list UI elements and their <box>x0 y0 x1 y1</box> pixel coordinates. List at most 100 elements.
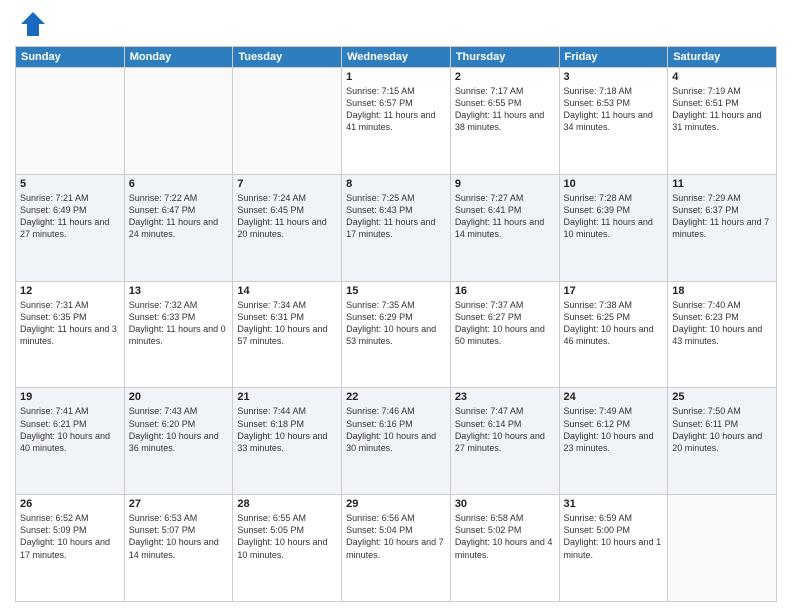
calendar-cell: 6 Sunrise: 7:22 AMSunset: 6:47 PMDaylight… <box>124 174 233 281</box>
calendar-cell: 12 Sunrise: 7:31 AMSunset: 6:35 PMDayligh… <box>16 281 125 388</box>
day-info: Sunrise: 7:34 AMSunset: 6:31 PMDaylight:… <box>237 299 337 348</box>
calendar-cell: 9Sunrise: 7:27 AMSunset: 6:41 PMDaylight… <box>450 174 559 281</box>
col-header-saturday: Saturday <box>668 47 777 68</box>
day-number: 11 <box>672 178 772 190</box>
day-number: 31 <box>564 498 664 510</box>
calendar-cell: 17 Sunrise: 7:38 AMSunset: 6:25 PMDayligh… <box>559 281 668 388</box>
calendar-cell: 25Sunrise: 7:50 AMSunset: 6:11 PMDayligh… <box>668 388 777 495</box>
calendar-week-row: 12 Sunrise: 7:31 AMSunset: 6:35 PMDayligh… <box>16 281 777 388</box>
day-number: 6 <box>129 178 229 190</box>
day-info: Sunrise: 7:28 AMSunset: 6:39 PMDaylight:… <box>564 192 664 241</box>
calendar-cell <box>668 495 777 602</box>
calendar-week-row: 19 Sunrise: 7:41 AMSunset: 6:21 PMDayligh… <box>16 388 777 495</box>
day-number: 2 <box>455 71 555 83</box>
header <box>15 10 777 38</box>
col-header-sunday: Sunday <box>16 47 125 68</box>
day-info: Sunrise: 7:25 AMSunset: 6:43 PMDaylight:… <box>346 192 446 241</box>
calendar-week-row: 5Sunrise: 7:21 AMSunset: 6:49 PMDaylight… <box>16 174 777 281</box>
day-info: Sunrise: 7:29 AMSunset: 6:37 PMDaylight:… <box>672 192 772 241</box>
col-header-thursday: Thursday <box>450 47 559 68</box>
logo-icon <box>19 10 47 38</box>
calendar-cell <box>16 68 125 175</box>
day-info: Sunrise: 7:24 AMSunset: 6:45 PMDaylight:… <box>237 192 337 241</box>
day-number: 4 <box>672 71 772 83</box>
day-number: 8 <box>346 178 446 190</box>
day-number: 27 <box>129 498 229 510</box>
day-number: 7 <box>237 178 337 190</box>
day-info: Sunrise: 7:15 AMSunset: 6:57 PMDaylight:… <box>346 85 446 134</box>
col-header-friday: Friday <box>559 47 668 68</box>
day-number: 9 <box>455 178 555 190</box>
calendar-cell: 13 Sunrise: 7:32 AMSunset: 6:33 PMDayligh… <box>124 281 233 388</box>
day-number: 3 <box>564 71 664 83</box>
day-info: Sunrise: 7:40 AMSunset: 6:23 PMDaylight:… <box>672 299 772 348</box>
calendar-cell <box>124 68 233 175</box>
calendar-cell: 29Sunrise: 6:56 AMSunset: 5:04 PMDayligh… <box>342 495 451 602</box>
calendar-cell: 22 Sunrise: 7:46 AMSunset: 6:16 PMDayligh… <box>342 388 451 495</box>
day-info: Sunrise: 7:18 AMSunset: 6:53 PMDaylight:… <box>564 85 664 134</box>
calendar-week-row: 1 Sunrise: 7:15 AMSunset: 6:57 PMDaylight… <box>16 68 777 175</box>
calendar-cell: 28 Sunrise: 6:55 AMSunset: 5:05 PMDayligh… <box>233 495 342 602</box>
calendar-header-row: SundayMondayTuesdayWednesdayThursdayFrid… <box>16 47 777 68</box>
calendar-cell: 23 Sunrise: 7:47 AMSunset: 6:14 PMDayligh… <box>450 388 559 495</box>
calendar-cell: 16 Sunrise: 7:37 AMSunset: 6:27 PMDayligh… <box>450 281 559 388</box>
day-number: 1 <box>346 71 446 83</box>
logo <box>15 10 47 38</box>
day-number: 17 <box>564 285 664 297</box>
calendar-cell: 1 Sunrise: 7:15 AMSunset: 6:57 PMDaylight… <box>342 68 451 175</box>
day-info: Sunrise: 7:38 AMSunset: 6:25 PMDaylight:… <box>564 299 664 348</box>
day-info: Sunrise: 6:55 AMSunset: 5:05 PMDaylight:… <box>237 512 337 561</box>
day-number: 21 <box>237 391 337 403</box>
calendar-cell: 20Sunrise: 7:43 AMSunset: 6:20 PMDayligh… <box>124 388 233 495</box>
day-info: Sunrise: 6:53 AMSunset: 5:07 PMDaylight:… <box>129 512 229 561</box>
calendar-cell: 15 Sunrise: 7:35 AMSunset: 6:29 PMDayligh… <box>342 281 451 388</box>
calendar-cell: 31Sunrise: 6:59 AMSunset: 5:00 PMDayligh… <box>559 495 668 602</box>
day-info: Sunrise: 7:22 AMSunset: 6:47 PMDaylight:… <box>129 192 229 241</box>
day-number: 26 <box>20 498 120 510</box>
day-number: 19 <box>20 391 120 403</box>
day-info: Sunrise: 7:47 AMSunset: 6:14 PMDaylight:… <box>455 405 555 454</box>
day-info: Sunrise: 7:44 AMSunset: 6:18 PMDaylight:… <box>237 405 337 454</box>
day-number: 5 <box>20 178 120 190</box>
calendar-cell: 14 Sunrise: 7:34 AMSunset: 6:31 PMDayligh… <box>233 281 342 388</box>
calendar-cell: 26 Sunrise: 6:52 AMSunset: 5:09 PMDayligh… <box>16 495 125 602</box>
day-info: Sunrise: 6:52 AMSunset: 5:09 PMDaylight:… <box>20 512 120 561</box>
day-number: 12 <box>20 285 120 297</box>
calendar-cell: 19 Sunrise: 7:41 AMSunset: 6:21 PMDayligh… <box>16 388 125 495</box>
day-info: Sunrise: 7:37 AMSunset: 6:27 PMDaylight:… <box>455 299 555 348</box>
calendar-cell: 27 Sunrise: 6:53 AMSunset: 5:07 PMDayligh… <box>124 495 233 602</box>
page: SundayMondayTuesdayWednesdayThursdayFrid… <box>0 0 792 612</box>
day-number: 15 <box>346 285 446 297</box>
calendar-cell: 24Sunrise: 7:49 AMSunset: 6:12 PMDayligh… <box>559 388 668 495</box>
day-number: 10 <box>564 178 664 190</box>
day-number: 23 <box>455 391 555 403</box>
day-number: 22 <box>346 391 446 403</box>
day-info: Sunrise: 7:19 AMSunset: 6:51 PMDaylight:… <box>672 85 772 134</box>
day-info: Sunrise: 7:31 AMSunset: 6:35 PMDaylight:… <box>20 299 120 348</box>
calendar-cell: 4 Sunrise: 7:19 AMSunset: 6:51 PMDaylight… <box>668 68 777 175</box>
day-info: Sunrise: 7:41 AMSunset: 6:21 PMDaylight:… <box>20 405 120 454</box>
day-info: Sunrise: 7:35 AMSunset: 6:29 PMDaylight:… <box>346 299 446 348</box>
calendar-cell: 8 Sunrise: 7:25 AMSunset: 6:43 PMDaylight… <box>342 174 451 281</box>
calendar-cell: 11 Sunrise: 7:29 AMSunset: 6:37 PMDayligh… <box>668 174 777 281</box>
day-number: 25 <box>672 391 772 403</box>
day-number: 13 <box>129 285 229 297</box>
day-info: Sunrise: 6:58 AMSunset: 5:02 PMDaylight:… <box>455 512 555 561</box>
day-number: 14 <box>237 285 337 297</box>
calendar-table: SundayMondayTuesdayWednesdayThursdayFrid… <box>15 46 777 602</box>
day-info: Sunrise: 7:46 AMSunset: 6:16 PMDaylight:… <box>346 405 446 454</box>
day-info: Sunrise: 7:32 AMSunset: 6:33 PMDaylight:… <box>129 299 229 348</box>
calendar-cell: 18 Sunrise: 7:40 AMSunset: 6:23 PMDayligh… <box>668 281 777 388</box>
day-info: Sunrise: 7:43 AMSunset: 6:20 PMDaylight:… <box>129 405 229 454</box>
calendar-cell <box>233 68 342 175</box>
day-number: 28 <box>237 498 337 510</box>
calendar-cell: 2 Sunrise: 7:17 AMSunset: 6:55 PMDaylight… <box>450 68 559 175</box>
day-number: 24 <box>564 391 664 403</box>
day-info: Sunrise: 6:56 AMSunset: 5:04 PMDaylight:… <box>346 512 446 561</box>
calendar-week-row: 26 Sunrise: 6:52 AMSunset: 5:09 PMDayligh… <box>16 495 777 602</box>
day-info: Sunrise: 7:17 AMSunset: 6:55 PMDaylight:… <box>455 85 555 134</box>
day-number: 18 <box>672 285 772 297</box>
col-header-monday: Monday <box>124 47 233 68</box>
day-number: 16 <box>455 285 555 297</box>
calendar-cell: 10 Sunrise: 7:28 AMSunset: 6:39 PMDayligh… <box>559 174 668 281</box>
